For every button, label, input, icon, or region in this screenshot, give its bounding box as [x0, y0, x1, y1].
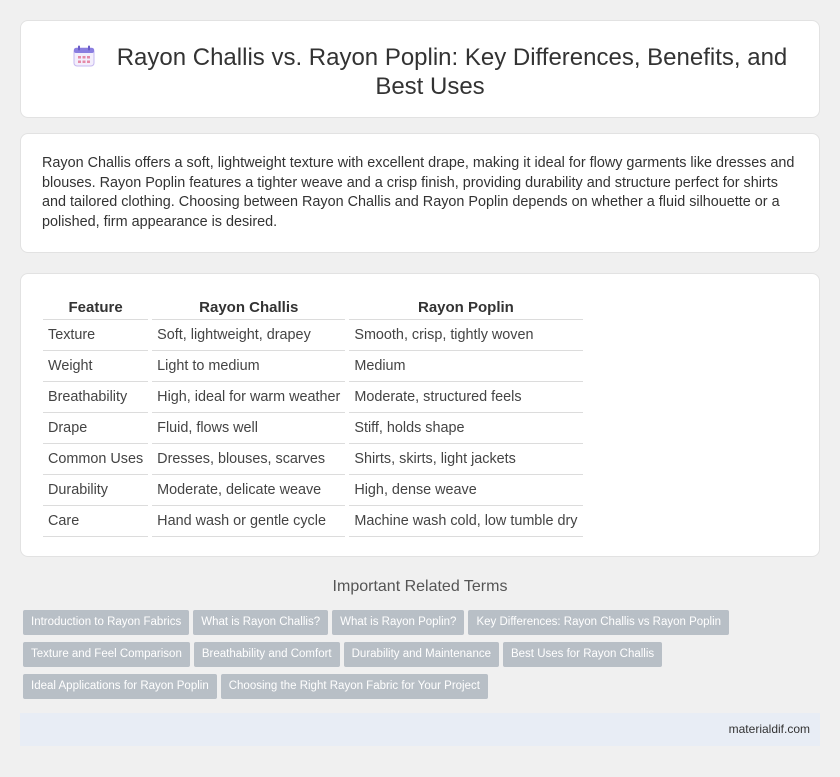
header-card: Rayon Challis vs. Rayon Poplin: Key Diff…	[20, 20, 820, 118]
table-cell: Texture	[43, 319, 151, 351]
table-row: Durability Moderate, delicate weave High…	[43, 474, 583, 506]
related-term-tag[interactable]: What is Rayon Poplin?	[332, 610, 465, 635]
table-cell: High, ideal for warm weather	[148, 381, 348, 413]
table-cell: Soft, lightweight, drapey	[148, 319, 348, 351]
related-term-tag[interactable]: Introduction to Rayon Fabrics	[23, 610, 190, 635]
related-term-tag[interactable]: Durability and Maintenance	[343, 642, 499, 667]
comparison-table: Feature Rayon Challis Rayon Poplin Textu…	[43, 297, 583, 537]
table-cell: Stiff, holds shape	[345, 412, 583, 444]
table-row: Drape Fluid, flows well Stiff, holds sha…	[43, 412, 583, 444]
table-cell: Common Uses	[43, 443, 151, 475]
comparison-card: Feature Rayon Challis Rayon Poplin Textu…	[20, 273, 820, 557]
table-cell: Durability	[43, 474, 151, 506]
table-cell: High, dense weave	[345, 474, 583, 506]
related-terms-heading: Important Related Terms	[332, 578, 508, 595]
related-term-tag[interactable]: What is Rayon Challis?	[193, 610, 329, 635]
intro-card: Rayon Challis offers a soft, lightweight…	[20, 133, 820, 253]
table-cell: Breathability	[43, 381, 151, 413]
related-term-tag[interactable]: Texture and Feel Comparison	[23, 642, 190, 667]
table-row: Care Hand wash or gentle cycle Machine w…	[43, 505, 583, 537]
table-cell: Weight	[43, 350, 151, 382]
table-cell: Smooth, crisp, tightly woven	[345, 319, 583, 351]
footer-site-link[interactable]: materialdif.com	[729, 722, 810, 736]
table-cell: Fluid, flows well	[148, 412, 348, 444]
page-title-wrap: Rayon Challis vs. Rayon Poplin: Key Diff…	[51, 43, 809, 101]
table-row: Common Uses Dresses, blouses, scarves Sh…	[43, 443, 583, 475]
column-header-feature: Feature	[43, 297, 151, 320]
page-title: Rayon Challis vs. Rayon Poplin: Key Diff…	[116, 44, 788, 100]
column-header-poplin: Rayon Poplin	[345, 297, 583, 320]
table-cell: Hand wash or gentle cycle	[148, 505, 348, 537]
related-terms-list: Introduction to Rayon Fabrics What is Ray…	[23, 610, 783, 706]
column-header-challis: Rayon Challis	[148, 297, 348, 320]
table-cell: Shirts, skirts, light jackets	[345, 443, 583, 475]
table-row: Texture Soft, lightweight, drapey Smooth…	[43, 319, 583, 351]
table-cell: Dresses, blouses, scarves	[148, 443, 348, 475]
intro-paragraph: Rayon Challis offers a soft, lightweight…	[42, 155, 795, 230]
table-cell: Care	[43, 505, 151, 537]
related-term-tag[interactable]: Breathability and Comfort	[193, 642, 340, 667]
table-cell: Light to medium	[148, 350, 348, 382]
table-header-row: Feature Rayon Challis Rayon Poplin	[43, 297, 583, 320]
table-cell: Drape	[43, 412, 151, 444]
related-term-tag[interactable]: Ideal Applications for Rayon Poplin	[23, 674, 217, 699]
table-cell: Moderate, delicate weave	[148, 474, 348, 506]
table-row: Breathability High, ideal for warm weath…	[43, 381, 583, 413]
table-cell: Machine wash cold, low tumble dry	[345, 505, 583, 537]
related-term-tag[interactable]: Key Differences: Rayon Challis vs Rayon …	[468, 610, 730, 635]
related-term-tag[interactable]: Best Uses for Rayon Challis	[502, 642, 663, 667]
table-cell: Moderate, structured feels	[345, 381, 583, 413]
footer-bar: materialdif.com	[20, 713, 820, 746]
table-cell: Medium	[345, 350, 583, 382]
calendar-icon	[73, 45, 95, 67]
table-row: Weight Light to medium Medium	[43, 350, 583, 382]
related-term-tag[interactable]: Choosing the Right Rayon Fabric for Your…	[220, 674, 488, 699]
